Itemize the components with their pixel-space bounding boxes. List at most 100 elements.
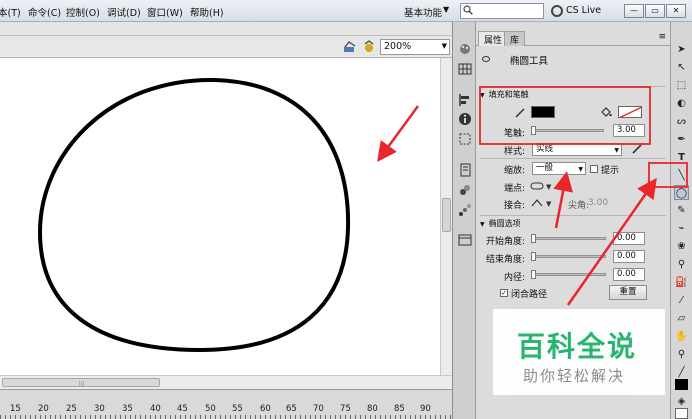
miter-value[interactable]: 3.00	[588, 198, 608, 208]
fill-color-swatch[interactable]	[675, 408, 688, 419]
code-snippets-icon[interactable]	[458, 163, 472, 177]
line-tool-icon[interactable]: ╲	[674, 168, 689, 183]
stroke-color-icon[interactable]: ╱	[674, 365, 689, 380]
search-input[interactable]	[460, 3, 544, 19]
free-transform-tool-icon[interactable]: ⬚	[674, 78, 689, 93]
stage-canvas[interactable]	[0, 58, 440, 375]
cap-style-icon[interactable]: ▼	[530, 181, 554, 191]
svg-text:▼: ▼	[546, 200, 552, 208]
text-tool-icon[interactable]: T	[674, 150, 689, 165]
info-icon[interactable]	[458, 112, 472, 126]
scrollbar-thumb[interactable]: |||	[2, 378, 160, 387]
menu-control[interactable]: 控制(O)	[66, 5, 100, 19]
inner-radius-field[interactable]: 0.00	[613, 268, 645, 281]
minimize-button[interactable]: —	[624, 4, 644, 18]
slider-thumb[interactable]	[531, 126, 536, 135]
start-angle-field[interactable]: 0.00	[613, 232, 645, 245]
close-path-checkbox[interactable]: ✓	[500, 289, 508, 297]
subselection-tool-icon[interactable]: ↖	[674, 60, 689, 75]
tools-panel: ➤ ↖ ⬚ ◐ ᔕ ✒ T ╲ ◯ ✎ ⌁ ❀ ⚲ ⛽ ⁄ ▱ ✋ ⚲ ╱ ◈	[670, 22, 692, 419]
slider-thumb[interactable]	[531, 252, 536, 261]
miter-label: 尖角:	[568, 201, 590, 211]
hint-checkbox[interactable]	[590, 165, 598, 173]
cs-live-icon[interactable]	[551, 5, 563, 17]
bone-tool-icon[interactable]: ⚲	[674, 257, 689, 272]
ruler-tick: 90	[420, 404, 431, 414]
deco-tool-icon[interactable]: ❀	[674, 239, 689, 254]
fill-stroke-section-title: 填充和笔触	[488, 90, 529, 99]
scrollbar-thumb[interactable]	[442, 198, 451, 232]
hint-label: 提示	[601, 166, 620, 176]
horizontal-scrollbar[interactable]: |||	[0, 375, 452, 389]
oval-tool-icon[interactable]: ◯	[674, 185, 689, 200]
menu-bar: 本(T) 命令(C) 控制(O) 调试(D) 窗口(W) 帮助(H) 基本功能 …	[0, 0, 692, 22]
end-angle-field[interactable]: 0.00	[613, 250, 645, 263]
ruler-tick: 70	[313, 404, 324, 414]
ruler-tick: 65	[286, 404, 297, 414]
grip-icon: |||	[79, 381, 85, 387]
lasso-tool-icon[interactable]: ᔕ	[674, 114, 689, 129]
join-style-icon[interactable]: ▼	[530, 198, 554, 208]
stroke-color-swatch[interactable]	[531, 106, 555, 118]
tab-library[interactable]: 库	[504, 31, 526, 46]
eyedropper-tool-icon[interactable]: ⁄	[674, 293, 689, 308]
pen-tool-icon[interactable]: ✒	[674, 132, 689, 147]
inner-radius-slider[interactable]	[532, 273, 606, 276]
fill-color-icon[interactable]: ◈	[674, 394, 689, 409]
workspace-switcher[interactable]: 基本功能	[404, 5, 442, 19]
pencil-tool-icon[interactable]: ✎	[674, 203, 689, 218]
cs-live-label[interactable]: CS Live	[566, 5, 601, 16]
document-tab-bar	[0, 22, 452, 36]
stroke-color-swatch[interactable]	[675, 379, 688, 390]
menu-commands[interactable]: 命令(C)	[28, 5, 61, 19]
zoom-select[interactable]: 200% ▼	[380, 39, 450, 55]
chevron-down-icon: ▼	[441, 42, 447, 50]
chevron-down-icon[interactable]: ▼	[443, 5, 449, 14]
menu-text[interactable]: 本(T)	[0, 5, 21, 19]
brush-tool-icon[interactable]: ⌁	[674, 221, 689, 236]
scale-select[interactable]: 一般 ▼	[532, 162, 586, 175]
panel-menu-icon[interactable]: ≡	[658, 32, 666, 42]
menu-help[interactable]: 帮助(H)	[190, 5, 224, 19]
components-icon[interactable]	[458, 183, 472, 197]
output-panel-icon[interactable]	[458, 233, 472, 247]
hand-tool-icon[interactable]: ✋	[674, 329, 689, 344]
eraser-tool-icon[interactable]: ▱	[674, 311, 689, 326]
pencil-icon[interactable]	[631, 143, 643, 155]
timeline-ruler[interactable]: 15 20 25 30 35 40 45 50 55 60 65 70 75 8…	[0, 389, 452, 419]
ellipse-options-section-header[interactable]: ▼ 椭圆选项	[480, 218, 521, 229]
start-angle-slider[interactable]	[532, 237, 606, 240]
stroke-style-select[interactable]: 实线 ▼	[532, 143, 622, 156]
current-tool-name: 椭圆工具	[510, 56, 549, 67]
vertical-scrollbar[interactable]	[440, 58, 452, 375]
3d-rotation-tool-icon[interactable]: ◐	[674, 96, 689, 111]
reset-button[interactable]: 重置	[609, 285, 647, 300]
fill-color-swatch[interactable]	[618, 106, 642, 118]
slider-thumb[interactable]	[531, 270, 536, 279]
edit-scene-icon[interactable]	[343, 40, 357, 54]
join-label: 接合:	[504, 201, 526, 211]
menu-debug[interactable]: 调试(D)	[107, 5, 141, 19]
ruler-tick: 40	[150, 404, 161, 414]
paint-bucket-tool-icon[interactable]: ⛽	[674, 275, 689, 290]
ruler-tick: 75	[340, 404, 351, 414]
motion-presets-icon[interactable]	[458, 203, 472, 217]
selection-tool-icon[interactable]: ➤	[674, 42, 689, 57]
fill-stroke-section-header[interactable]: ▼ 填充和笔触	[480, 89, 529, 100]
restore-button[interactable]: ▭	[645, 4, 665, 18]
scale-label: 缩放:	[504, 166, 526, 176]
stroke-width-field[interactable]: 3.00	[613, 124, 645, 137]
swatches-icon[interactable]	[458, 62, 472, 76]
document-toolbar: 200% ▼	[0, 36, 452, 58]
close-button[interactable]: ✕	[666, 4, 686, 18]
slider-thumb[interactable]	[531, 234, 536, 243]
zoom-tool-icon[interactable]: ⚲	[674, 347, 689, 362]
transform-icon[interactable]	[458, 132, 472, 146]
align-icon[interactable]	[458, 93, 472, 107]
stroke-width-slider[interactable]	[532, 129, 604, 132]
menu-window[interactable]: 窗口(W)	[147, 5, 183, 19]
ruler-tick: 80	[367, 404, 378, 414]
edit-symbols-icon[interactable]	[362, 40, 376, 54]
end-angle-slider[interactable]	[532, 255, 606, 258]
color-palette-icon[interactable]	[458, 42, 472, 56]
